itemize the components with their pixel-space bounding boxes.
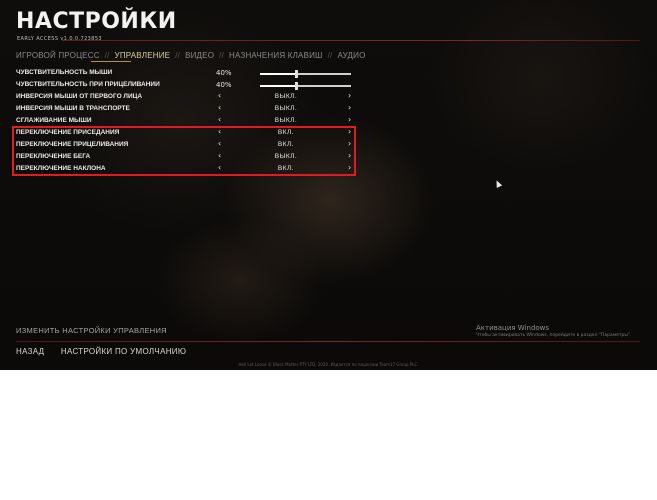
mouse-cursor-icon	[493, 179, 503, 188]
version-label: EARLY ACCESS v1.0.0.723853	[17, 36, 102, 42]
page-title: НАСТРОЙКИ	[16, 9, 177, 34]
tab-controls[interactable]: УПРАВЛЕНИЕ	[115, 51, 171, 60]
toggle-value: ВЫКЛ.	[274, 93, 298, 100]
setting-invert-first-person: ИНВЕРСИЯ МЫШИ ОТ ПЕРВОГО ЛИЦА ‹ ВЫКЛ. ›	[16, 91, 356, 103]
chevron-right-icon[interactable]: ›	[348, 116, 351, 124]
setting-mouse-sensitivity: ЧУВСТВИТЕЛЬНОСТЬ МЫШИ 40%	[16, 67, 356, 79]
tab-separator: //	[175, 51, 181, 60]
back-button[interactable]: НАЗАД	[16, 347, 44, 356]
footer-divider	[16, 341, 640, 342]
toggle-value: ВЫКЛ.	[274, 105, 298, 112]
slider-value: 40%	[216, 81, 232, 89]
setting-label: ЧУВСТВИТЕЛЬНОСТЬ МЫШИ	[16, 69, 113, 76]
tab-audio[interactable]: АУДИО	[337, 51, 365, 60]
settings-tabs: ИГРОВОЙ ПРОЦЕСС // УПРАВЛЕНИЕ // ВИДЕО /…	[16, 51, 366, 60]
chevron-left-icon[interactable]: ‹	[218, 92, 221, 100]
header-divider	[62, 40, 640, 41]
tab-video[interactable]: ВИДЕО	[185, 51, 214, 60]
slider-handle[interactable]	[295, 70, 299, 78]
chevron-left-icon[interactable]: ‹	[218, 104, 221, 112]
tab-separator: //	[104, 51, 110, 60]
windows-activation-title: Активация Windows	[476, 324, 550, 332]
chevron-right-icon[interactable]: ›	[348, 92, 351, 100]
game-settings-screen: НАСТРОЙКИ EARLY ACCESS v1.0.0.723853 ИГР…	[0, 0, 657, 370]
setting-label: ИНВЕРСИЯ МЫШИ В ТРАНСПОРТЕ	[16, 105, 130, 112]
setting-invert-vehicle: ИНВЕРСИЯ МЫШИ В ТРАНСПОРТЕ ‹ ВЫКЛ. ›	[16, 103, 356, 115]
slider-handle[interactable]	[295, 82, 299, 90]
active-tab-underline	[91, 61, 131, 62]
slider-value: 40%	[216, 69, 232, 77]
tab-gameplay[interactable]: ИГРОВОЙ ПРОЦЕСС	[16, 51, 100, 60]
chevron-left-icon[interactable]: ‹	[218, 116, 221, 124]
aim-sensitivity-slider[interactable]	[260, 82, 351, 90]
chevron-right-icon[interactable]: ›	[348, 104, 351, 112]
mouse-sensitivity-slider[interactable]	[260, 70, 351, 78]
windows-activation-subtitle: Чтобы активировать Windows, перейдите в …	[476, 333, 632, 338]
slider-fill	[260, 85, 297, 87]
copyright-text: Hell Let Loose © Black Matter PTY LTD, 2…	[238, 362, 419, 367]
toggle-value: ВЫКЛ.	[274, 117, 298, 124]
highlight-box	[12, 126, 356, 176]
setting-label: ЧУВСТВИТЕЛЬНОСТЬ ПРИ ПРИЦЕЛИВАНИИ	[16, 81, 160, 88]
slider-fill	[260, 73, 297, 75]
tab-separator: //	[327, 51, 333, 60]
tab-separator: //	[219, 51, 224, 60]
tab-keybindings[interactable]: НАЗНАЧЕНИЯ КЛАВИШ	[229, 51, 323, 60]
setting-label: ИНВЕРСИЯ МЫШИ ОТ ПЕРВОГО ЛИЦА	[16, 93, 143, 100]
restore-defaults-button[interactable]: НАСТРОЙКИ ПО УМОЛЧАНИЮ	[61, 347, 186, 356]
setting-aim-sensitivity: ЧУВСТВИТЕЛЬНОСТЬ ПРИ ПРИЦЕЛИВАНИИ 40%	[16, 79, 356, 91]
change-controls-link[interactable]: ИЗМЕНИТЬ НАСТРОЙКИ УПРАВЛЕНИЯ	[16, 326, 167, 335]
setting-label: СГЛАЖИВАНИЕ МЫШИ	[16, 117, 92, 124]
footer-nav: НАЗАД НАСТРОЙКИ ПО УМОЛЧАНИЮ	[16, 347, 200, 356]
